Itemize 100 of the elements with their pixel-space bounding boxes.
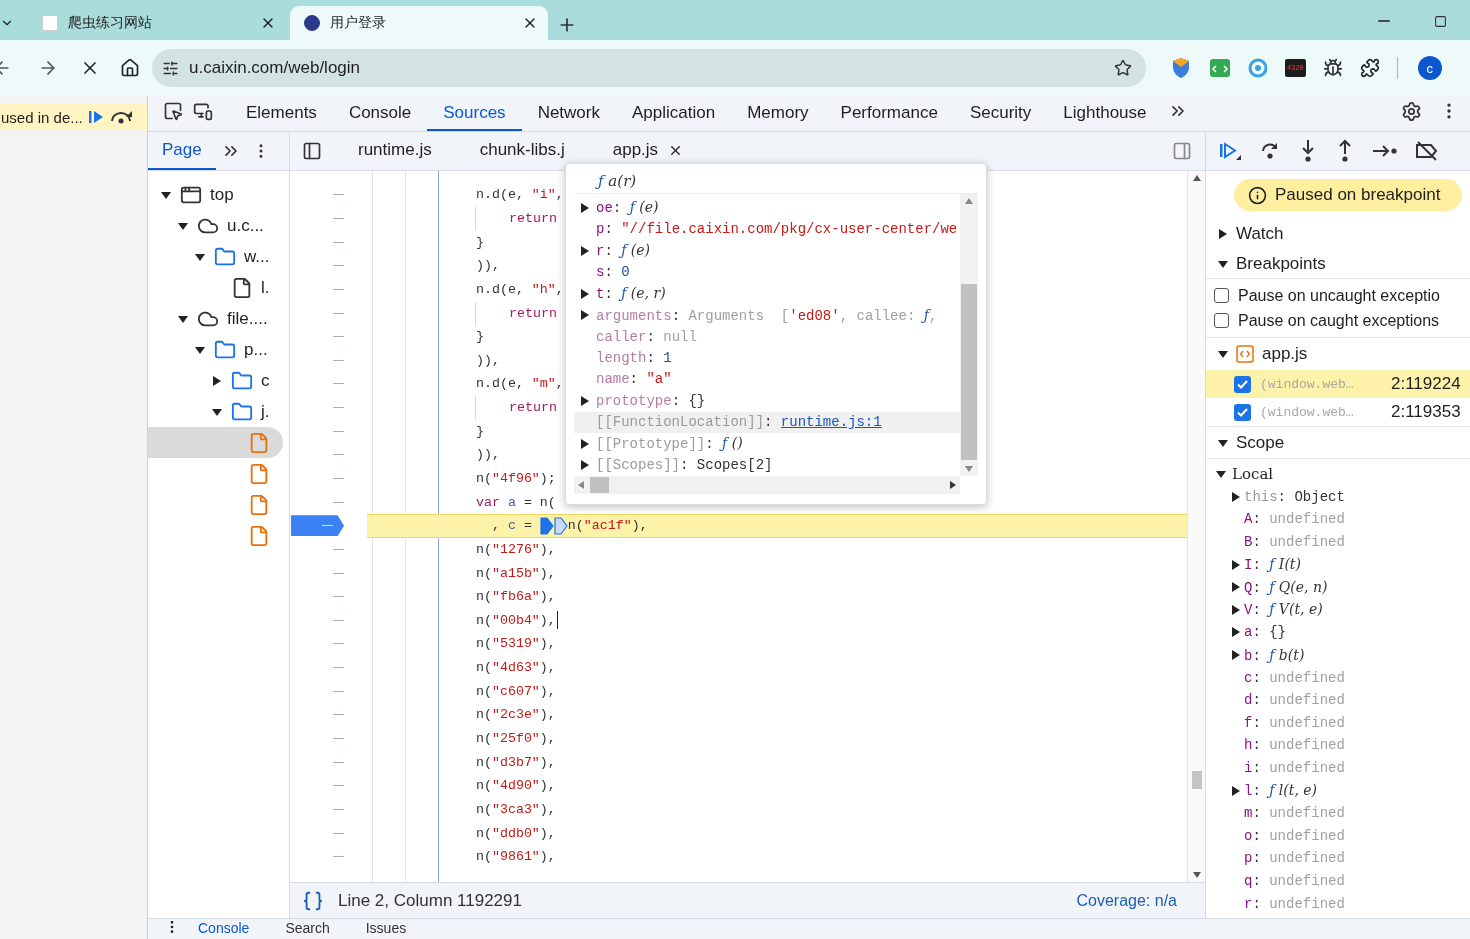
scrollbar[interactable] [960, 194, 978, 476]
scroll-up-icon[interactable] [1192, 175, 1201, 181]
deactivate-breakpoints-icon[interactable] [1415, 141, 1439, 161]
disclosure-triangle-icon[interactable] [580, 460, 590, 471]
disclosure-triangle-icon[interactable] [161, 189, 171, 200]
code-window-icon[interactable] [1209, 58, 1231, 78]
editor-tab[interactable]: chunk-libs.j [455, 132, 589, 170]
toggle-debugger-icon[interactable] [1172, 141, 1192, 161]
devtools-tab[interactable]: Memory [731, 96, 825, 131]
tree-item[interactable]: p... [148, 334, 283, 365]
tree-item[interactable]: file.... [148, 303, 283, 334]
drawer-tab[interactable]: Search [267, 919, 348, 938]
device-toolbar-icon[interactable] [193, 101, 213, 121]
disclosure-triangle-icon[interactable] [580, 288, 590, 299]
breakpoint-marker-icon[interactable] [553, 516, 568, 535]
scroll-down-icon[interactable] [1192, 872, 1201, 878]
breakpoint-item[interactable]: (window.web… 2:119224 [1206, 370, 1470, 398]
devtools-tab[interactable]: Console [332, 96, 428, 131]
scroll-up-icon[interactable] [965, 198, 973, 204]
disclosure-triangle-icon[interactable] [1218, 229, 1228, 239]
section-header[interactable]: Breakpoints [1206, 249, 1470, 279]
step-icon[interactable] [1372, 143, 1398, 159]
disclosure-triangle-icon[interactable] [212, 375, 222, 386]
disclosure-triangle-icon[interactable] [178, 220, 188, 231]
site-info-icon[interactable] [162, 59, 179, 77]
checkbox[interactable] [1214, 313, 1229, 328]
file-icon[interactable] [248, 524, 270, 547]
disclosure-triangle-icon[interactable] [1231, 604, 1241, 615]
checkbox-option[interactable]: Pause on uncaught exceptio [1206, 283, 1470, 308]
disclosure-triangle-icon[interactable] [580, 310, 590, 321]
disclosure-triangle-icon[interactable] [580, 395, 590, 406]
bookmark-star-icon[interactable] [1114, 59, 1132, 77]
checkbox[interactable] [1214, 288, 1229, 303]
devtools-tab[interactable]: Security [953, 96, 1048, 131]
disclosure-triangle-icon[interactable] [580, 202, 590, 213]
disclosure-triangle-icon[interactable] [580, 438, 590, 449]
disclosure-triangle-icon[interactable] [1231, 491, 1241, 502]
inspect-element-icon[interactable] [163, 101, 183, 121]
disclosure-triangle-icon[interactable] [178, 313, 188, 324]
browser-tab[interactable]: 用户登录 [290, 6, 548, 40]
disclosure-triangle-icon[interactable] [195, 251, 205, 262]
scroll-right-icon[interactable] [950, 481, 956, 489]
breakpoint-file[interactable]: app.js [1206, 338, 1470, 370]
step-over-icon[interactable] [108, 109, 133, 125]
scrollbar-thumb[interactable] [1192, 771, 1202, 789]
file-icon[interactable] [248, 462, 270, 485]
section-header[interactable]: Watch [1206, 219, 1470, 249]
scrollbar[interactable] [1187, 171, 1205, 882]
disclosure-triangle-icon[interactable] [195, 344, 205, 355]
disclosure-triangle-icon[interactable] [1231, 582, 1241, 593]
disclosure-triangle-icon[interactable] [1216, 469, 1226, 480]
source-link[interactable]: runtime.js:1 [780, 414, 882, 431]
file-icon[interactable] [248, 493, 270, 516]
disclosure-triangle-icon[interactable] [1218, 349, 1228, 359]
scrollbar-thumb[interactable] [590, 477, 609, 493]
resume-icon[interactable] [1218, 140, 1242, 162]
devtools-tab[interactable]: Lighthouse [1047, 96, 1163, 131]
profile-avatar[interactable]: c [1417, 56, 1442, 80]
disclosure-triangle-icon[interactable] [580, 245, 590, 256]
pretty-print-icon[interactable] [302, 889, 324, 912]
section-header[interactable]: Scope [1206, 427, 1470, 459]
scrollbar-thumb[interactable] [961, 284, 977, 460]
devtools-tab[interactable]: Performance [824, 96, 954, 131]
tree-item[interactable] [148, 427, 283, 458]
tree-item[interactable]: top [148, 179, 283, 210]
bug-icon[interactable] [1322, 58, 1343, 78]
devtools-tab[interactable]: Elements [230, 96, 333, 131]
devtools-tab[interactable]: Network [521, 96, 616, 131]
checkbox-option[interactable]: Pause on caught exceptions [1206, 308, 1470, 333]
disclosure-triangle-icon[interactable] [1218, 258, 1228, 269]
toggle-navigator-icon[interactable] [302, 141, 322, 161]
devtools-tab[interactable]: Application [616, 96, 732, 131]
tree-item[interactable]: j. [148, 396, 283, 427]
home-icon[interactable] [120, 58, 140, 78]
breakpoint-item[interactable]: (window.web… 2:119353 [1206, 398, 1470, 426]
checkbox[interactable] [1234, 403, 1251, 421]
shield-icon[interactable] [1170, 57, 1192, 79]
disclosure-triangle-icon[interactable] [1231, 627, 1241, 638]
tree-item[interactable]: c [148, 365, 283, 396]
resume-icon[interactable] [86, 109, 105, 125]
breakpoint-marker-icon[interactable] [539, 516, 554, 535]
extensions-icon[interactable] [1359, 58, 1380, 78]
scroll-left-icon[interactable] [578, 481, 584, 489]
scroll-down-icon[interactable] [965, 466, 973, 472]
disclosure-triangle-icon[interactable] [1231, 559, 1241, 570]
tree-item[interactable]: u.c... [148, 210, 283, 241]
drawer-tab[interactable]: Issues [347, 919, 425, 938]
scrollbar[interactable] [574, 476, 960, 494]
breakpoint-marker[interactable] [291, 515, 344, 537]
scope-group[interactable]: Local [1206, 463, 1470, 486]
maximize-icon[interactable] [1433, 14, 1447, 28]
disclosure-triangle-icon[interactable] [1231, 785, 1241, 796]
address-bar[interactable]: u.caixin.com/web/login [152, 49, 1146, 87]
editor-tab[interactable]: runtime.js [334, 132, 456, 170]
drawer-tab[interactable]: Console [180, 919, 268, 938]
disclosure-triangle-icon[interactable] [212, 406, 222, 417]
checkbox[interactable] [1234, 375, 1251, 393]
circle-icon[interactable] [1248, 58, 1268, 78]
disclosure-triangle-icon[interactable] [1231, 650, 1241, 661]
browser-tab[interactable]: 爬虫练习网站 [28, 6, 286, 40]
